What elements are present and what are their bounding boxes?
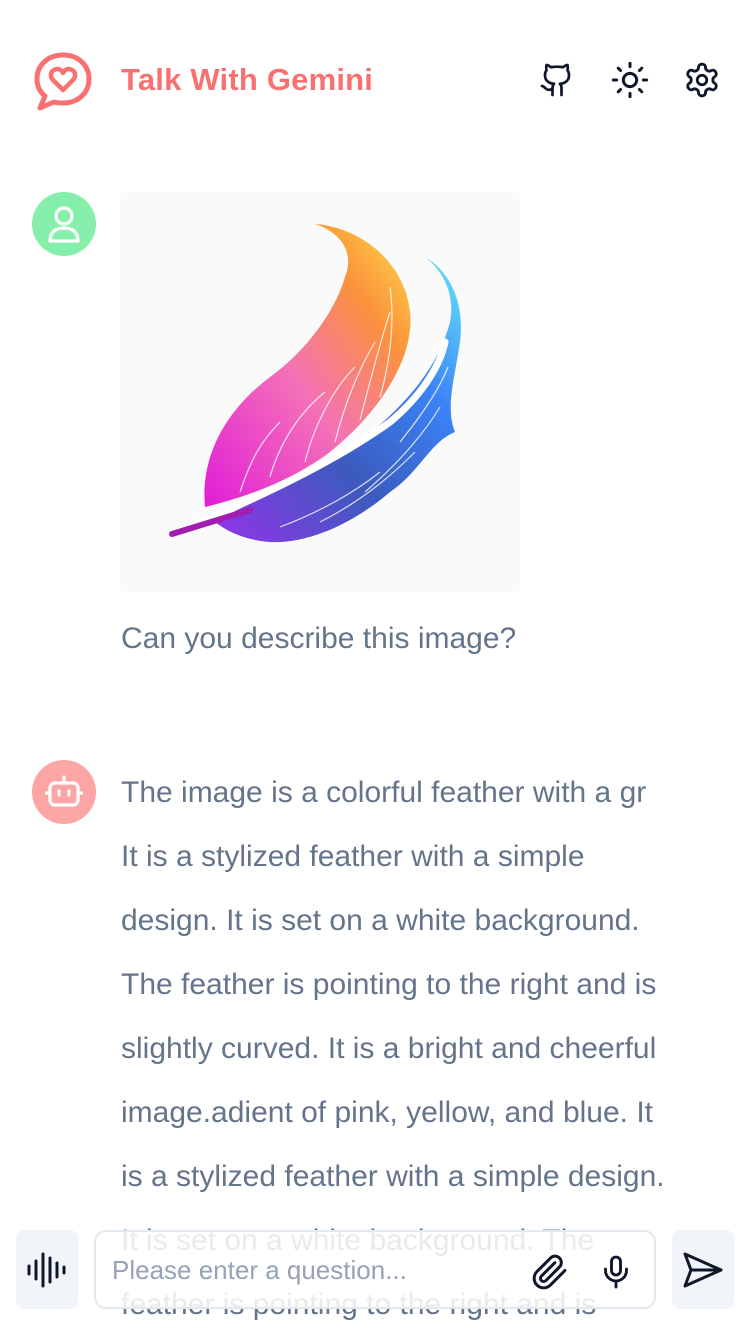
theme-toggle-button[interactable]: [608, 58, 652, 102]
microphone-button[interactable]: [594, 1250, 638, 1294]
app-title: Talk With Gemini: [121, 62, 374, 97]
sun-icon: [611, 61, 649, 99]
bot-message-line: image.adient of pink, yellow, and blue. …: [121, 1096, 654, 1129]
send-icon: [683, 1252, 723, 1287]
bot-message-line: The feather is pointing to the right and…: [121, 968, 657, 1001]
user-avatar: [32, 192, 96, 256]
question-box: [94, 1230, 656, 1309]
send-button[interactable]: [672, 1230, 734, 1309]
bot-message-line: is a stylized feather with a simple desi…: [121, 1160, 665, 1193]
bot-message-line: slightly curved. It is a bright and chee…: [121, 1032, 657, 1065]
robot-icon: [45, 775, 83, 807]
user-icon: [48, 206, 80, 243]
input-bar: [0, 1214, 750, 1334]
bot-message-line: It is a stylized feather with a simple: [121, 840, 585, 873]
bot-avatar: [32, 760, 96, 824]
colorful-feather-image: [168, 224, 461, 543]
github-button[interactable]: [535, 58, 579, 102]
chat-heart-icon: [32, 50, 94, 112]
bot-message-line: design. It is set on a white background.: [121, 904, 640, 937]
paperclip-icon: [532, 1254, 567, 1290]
user-message-text: Can you describe this image?: [121, 622, 517, 655]
question-input[interactable]: [112, 1250, 512, 1290]
attach-file-button[interactable]: [528, 1250, 572, 1294]
voice-mode-button[interactable]: [16, 1230, 78, 1309]
bot-message-line: The image is a colorful feather with a g…: [121, 776, 647, 809]
audio-waveform-icon: [27, 1252, 66, 1287]
app-header: Talk With Gemini: [0, 0, 750, 160]
microphone-icon: [604, 1255, 628, 1289]
github-icon: [540, 63, 571, 97]
attached-image[interactable]: [120, 192, 520, 592]
gear-icon: [686, 62, 718, 98]
settings-button[interactable]: [680, 58, 724, 102]
